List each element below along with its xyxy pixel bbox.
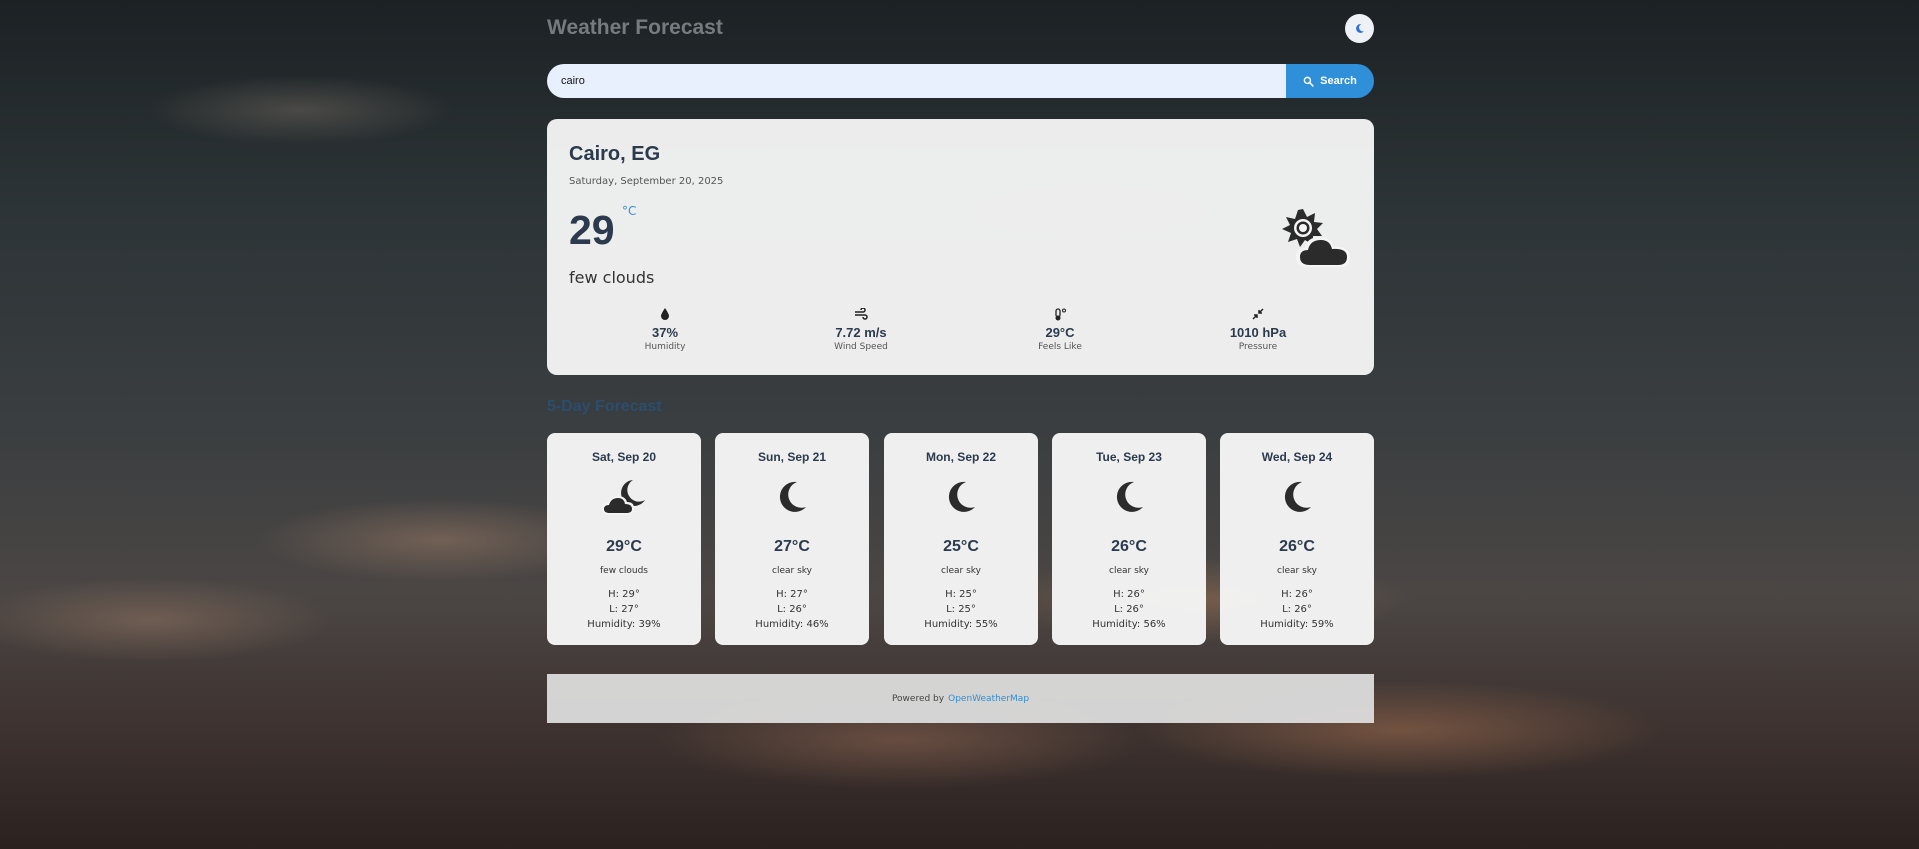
pressure-label: Pressure bbox=[1238, 342, 1278, 352]
forecast-low: L: 27° bbox=[609, 604, 639, 615]
forecast-low: L: 26° bbox=[777, 604, 807, 615]
forecast-temp: 25°C bbox=[943, 538, 979, 555]
forecast-list: Sat, Sep 20 29°C few clouds H: 29° L: 27… bbox=[547, 433, 1374, 645]
forecast-date: Tue, Sep 23 bbox=[1096, 450, 1162, 464]
forecast-date: Sat, Sep 20 bbox=[591, 450, 657, 464]
forecast-humidity: Humidity: 55% bbox=[924, 619, 998, 630]
detail-pressure: 1010 hPa Pressure bbox=[1178, 306, 1338, 352]
forecast-humidity: Humidity: 46% bbox=[755, 619, 829, 630]
wind-icon bbox=[855, 308, 868, 320]
search-button-label: Search bbox=[1320, 75, 1357, 87]
pressure-icon bbox=[1252, 308, 1264, 320]
forecast-humidity: Humidity: 39% bbox=[587, 619, 661, 630]
search-button[interactable]: Search bbox=[1286, 64, 1374, 98]
forecast-card: Sun, Sep 21 27°C clear sky H: 27° L: 26°… bbox=[715, 433, 869, 645]
forecast-high: H: 27° bbox=[776, 589, 808, 600]
forecast-temp: 27°C bbox=[774, 538, 810, 555]
moon-icon bbox=[1356, 24, 1364, 33]
temperature-unit: °C bbox=[622, 204, 637, 218]
forecast-low: L: 26° bbox=[1114, 604, 1144, 615]
moon-icon bbox=[1116, 481, 1143, 512]
forecast-high: H: 26° bbox=[1113, 589, 1145, 600]
detail-humidity: 37% Humidity bbox=[585, 306, 745, 352]
footer: Powered by OpenWeatherMap bbox=[547, 674, 1374, 723]
forecast-card: Wed, Sep 24 26°C clear sky H: 26° L: 26°… bbox=[1220, 433, 1374, 645]
forecast-temp: 26°C bbox=[1111, 538, 1147, 555]
current-temperature: 29 bbox=[569, 207, 615, 253]
forecast-high: H: 26° bbox=[1281, 589, 1313, 600]
detail-feels-like: 29°C Feels Like bbox=[980, 306, 1140, 352]
forecast-card: Sat, Sep 20 29°C few clouds H: 29° L: 27… bbox=[547, 433, 701, 645]
humidity-label: Humidity bbox=[644, 342, 686, 352]
moon-icon bbox=[779, 481, 806, 512]
forecast-low: L: 26° bbox=[1282, 604, 1312, 615]
sun-cloud-icon bbox=[1278, 207, 1354, 273]
theme-toggle-button[interactable] bbox=[1345, 14, 1374, 43]
forecast-low: L: 25° bbox=[946, 604, 976, 615]
search-input[interactable] bbox=[547, 64, 1287, 98]
forecast-card: Mon, Sep 22 25°C clear sky H: 25° L: 25°… bbox=[884, 433, 1038, 645]
feels-like-label: Feels Like bbox=[1038, 342, 1082, 352]
current-weather-card: Cairo, EG Saturday, September 20, 2025 2… bbox=[547, 119, 1374, 375]
moon-icon bbox=[948, 481, 975, 512]
moon-icon bbox=[1284, 481, 1311, 512]
detail-wind-speed: 7.72 m/s Wind Speed bbox=[781, 306, 941, 352]
forecast-section-title: 5-Day Forecast bbox=[547, 398, 662, 415]
footer-prefix: Powered by bbox=[891, 693, 945, 704]
app-title: Weather Forecast bbox=[547, 16, 723, 39]
current-date: Saturday, September 20, 2025 bbox=[569, 176, 724, 187]
droplet-icon bbox=[661, 308, 669, 320]
pressure-value: 1010 hPa bbox=[1229, 325, 1287, 340]
forecast-high: H: 25° bbox=[945, 589, 977, 600]
wind-speed-label: Wind Speed bbox=[834, 342, 888, 352]
moon-cloud-icon bbox=[602, 480, 645, 515]
feels-like-value: 29°C bbox=[1045, 325, 1075, 340]
forecast-description: clear sky bbox=[1277, 566, 1317, 576]
search-bar: Search bbox=[547, 64, 1374, 98]
weather-details: 37% Humidity 7.72 m/s Wind Speed 29°C Fe… bbox=[547, 306, 1374, 366]
header: Weather Forecast bbox=[547, 14, 1374, 46]
forecast-humidity: Humidity: 56% bbox=[1092, 619, 1166, 630]
weather-description: few clouds bbox=[569, 268, 655, 287]
wind-speed-value: 7.72 m/s bbox=[835, 325, 887, 340]
forecast-card: Tue, Sep 23 26°C clear sky H: 26° L: 26°… bbox=[1052, 433, 1206, 645]
forecast-temp: 26°C bbox=[1279, 538, 1315, 555]
forecast-date: Sun, Sep 21 bbox=[757, 450, 827, 464]
forecast-temp: 29°C bbox=[606, 538, 642, 555]
forecast-date: Wed, Sep 24 bbox=[1261, 450, 1333, 464]
forecast-description: clear sky bbox=[1109, 566, 1149, 576]
search-icon bbox=[1303, 76, 1314, 87]
forecast-description: clear sky bbox=[772, 566, 812, 576]
openweathermap-link[interactable]: OpenWeatherMap bbox=[948, 694, 1029, 704]
city-name: Cairo, EG bbox=[569, 143, 661, 165]
forecast-date: Mon, Sep 22 bbox=[925, 450, 996, 464]
forecast-description: clear sky bbox=[941, 566, 981, 576]
thermometer-icon bbox=[1055, 307, 1066, 320]
forecast-high: H: 29° bbox=[608, 589, 640, 600]
forecast-description: few clouds bbox=[600, 566, 648, 576]
forecast-humidity: Humidity: 59% bbox=[1260, 619, 1334, 630]
humidity-value: 37% bbox=[651, 325, 679, 340]
